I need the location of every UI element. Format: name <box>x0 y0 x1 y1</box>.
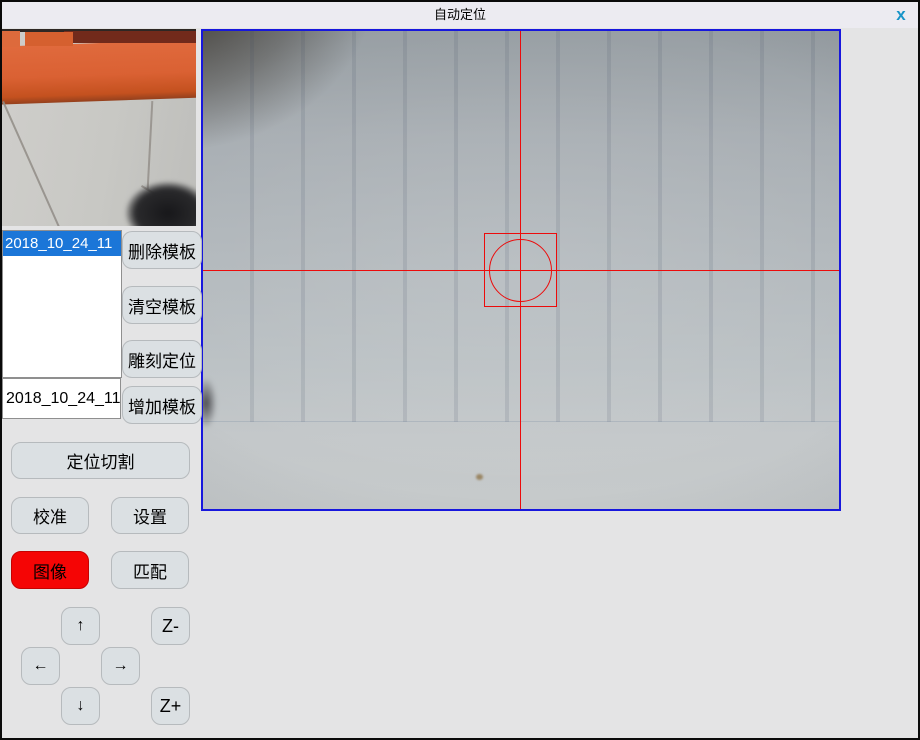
target-circle <box>489 239 552 302</box>
dialog-title: 自动定位 <box>2 2 918 28</box>
camera-feed <box>203 31 839 509</box>
jog-right-button[interactable]: → <box>101 647 140 685</box>
add-template-button[interactable]: 增加模板 <box>122 386 202 424</box>
position-cut-button[interactable]: 定位切割 <box>11 442 190 479</box>
thumbnail-tile-line <box>147 101 154 189</box>
thumbnail-orange-patch <box>2 31 20 47</box>
thumbnail-tile-line <box>2 101 61 226</box>
camera-feed-dot <box>476 474 483 480</box>
thumbnail-maroon-strip <box>64 31 196 43</box>
jog-left-button[interactable]: ← <box>21 647 60 685</box>
template-name-input[interactable] <box>2 378 121 419</box>
thumbnail-orange-patch <box>25 32 73 46</box>
jog-down-button[interactable]: ↓ <box>61 687 100 725</box>
thumbnail-orange-beam <box>2 39 196 104</box>
template-list-item-selected[interactable]: 2018_10_24_11 <box>3 231 121 256</box>
template-preview-image <box>2 29 196 226</box>
engrave-position-button[interactable]: 雕刻定位 <box>122 340 202 378</box>
settings-button[interactable]: 设置 <box>111 497 189 534</box>
jog-z-minus-button[interactable]: Z- <box>151 607 190 645</box>
jog-up-button[interactable]: ↑ <box>61 607 100 645</box>
camera-feed-dark-blob <box>203 377 217 429</box>
image-button-active[interactable]: 图像 <box>11 551 89 589</box>
delete-template-button[interactable]: 删除模板 <box>122 231 202 269</box>
camera-feed-stripes <box>203 31 839 422</box>
jog-z-plus-button[interactable]: Z+ <box>151 687 190 725</box>
auto-position-dialog: 自动定位 x 2018_10_24_11 删除模板 清空模板 雕刻定位 <box>0 0 920 740</box>
title-bar: 自动定位 x <box>2 2 918 28</box>
clear-templates-button[interactable]: 清空模板 <box>122 286 202 324</box>
camera-view[interactable] <box>201 29 841 511</box>
template-list[interactable]: 2018_10_24_11 <box>2 230 122 378</box>
calibrate-button[interactable]: 校准 <box>11 497 89 534</box>
match-button[interactable]: 匹配 <box>111 551 189 589</box>
close-icon[interactable]: x <box>890 4 912 26</box>
thumbnail-dark-blob <box>126 182 196 226</box>
